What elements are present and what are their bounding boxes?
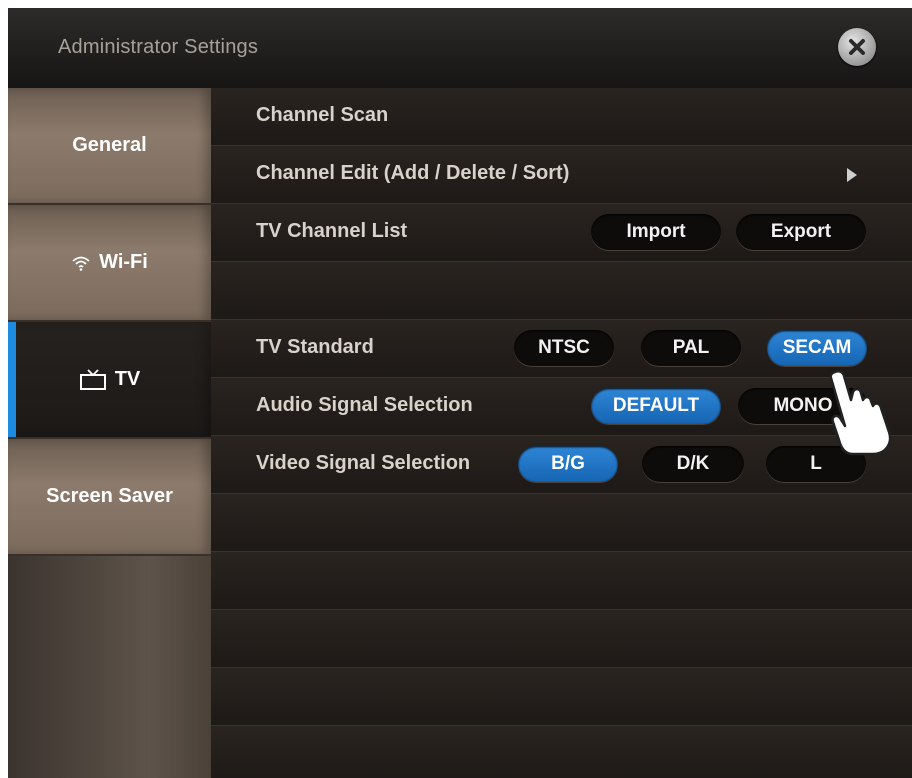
window-title: Administrator Settings	[58, 36, 259, 58]
row-empty	[211, 262, 912, 320]
row-channel-scan[interactable]: Channel Scan	[211, 88, 912, 146]
audio-signal-label: Audio Signal Selection	[256, 394, 473, 416]
active-indicator	[8, 322, 16, 437]
sidebar-item-wifi[interactable]: Wi-Fi	[8, 205, 211, 322]
sidebar-item-label: TV	[114, 368, 141, 390]
ntsc-option[interactable]: NTSC	[514, 330, 614, 366]
import-button[interactable]: Import	[591, 214, 721, 250]
channel-scan-label: Channel Scan	[256, 104, 389, 126]
pal-option[interactable]: PAL	[641, 330, 741, 366]
sidebar-item-tv[interactable]: TV	[8, 322, 211, 439]
secam-option[interactable]: SECAM	[767, 330, 867, 366]
chevron-right-icon[interactable]	[847, 168, 857, 182]
tv-standard-label: TV Standard	[256, 336, 374, 358]
wifi-icon	[71, 255, 91, 271]
close-button[interactable]	[838, 28, 876, 66]
title-bar: Administrator Settings	[8, 8, 912, 89]
settings-panel: Channel Scan Channel Edit (Add / Delete …	[211, 88, 912, 778]
sidebar-item-general[interactable]: General	[8, 88, 211, 205]
sidebar-item-label: Screen Saver	[46, 485, 173, 507]
video-signal-label: Video Signal Selection	[256, 452, 471, 474]
tv-channel-list-label: TV Channel List	[256, 220, 408, 242]
sidebar: General Wi-Fi TV Screen Saver	[8, 88, 211, 778]
sidebar-item-label: Wi-Fi	[99, 251, 148, 273]
close-icon	[849, 39, 865, 55]
row-channel-edit[interactable]: Channel Edit (Add / Delete / Sort)	[211, 146, 912, 204]
dk-option[interactable]: D/K	[642, 446, 744, 482]
settings-window: Administrator Settings General Wi-Fi TV …	[8, 8, 912, 778]
row-audio-signal: Audio Signal Selection DEFAULT MONO	[211, 378, 912, 436]
row-tv-channel-list: TV Channel List Import Export	[211, 204, 912, 262]
bg-option[interactable]: B/G	[518, 446, 618, 482]
export-button[interactable]: Export	[736, 214, 866, 250]
default-option[interactable]: DEFAULT	[591, 388, 721, 424]
sidebar-item-label: General	[72, 134, 147, 156]
sidebar-item-screen-saver[interactable]: Screen Saver	[8, 439, 211, 556]
row-video-signal: Video Signal Selection B/G D/K L	[211, 436, 912, 494]
pointer-hand-icon	[829, 369, 892, 456]
channel-edit-label: Channel Edit (Add / Delete / Sort)	[256, 162, 570, 184]
row-tv-standard: TV Standard NTSC PAL SECAM	[211, 320, 912, 378]
tv-icon	[79, 368, 107, 391]
